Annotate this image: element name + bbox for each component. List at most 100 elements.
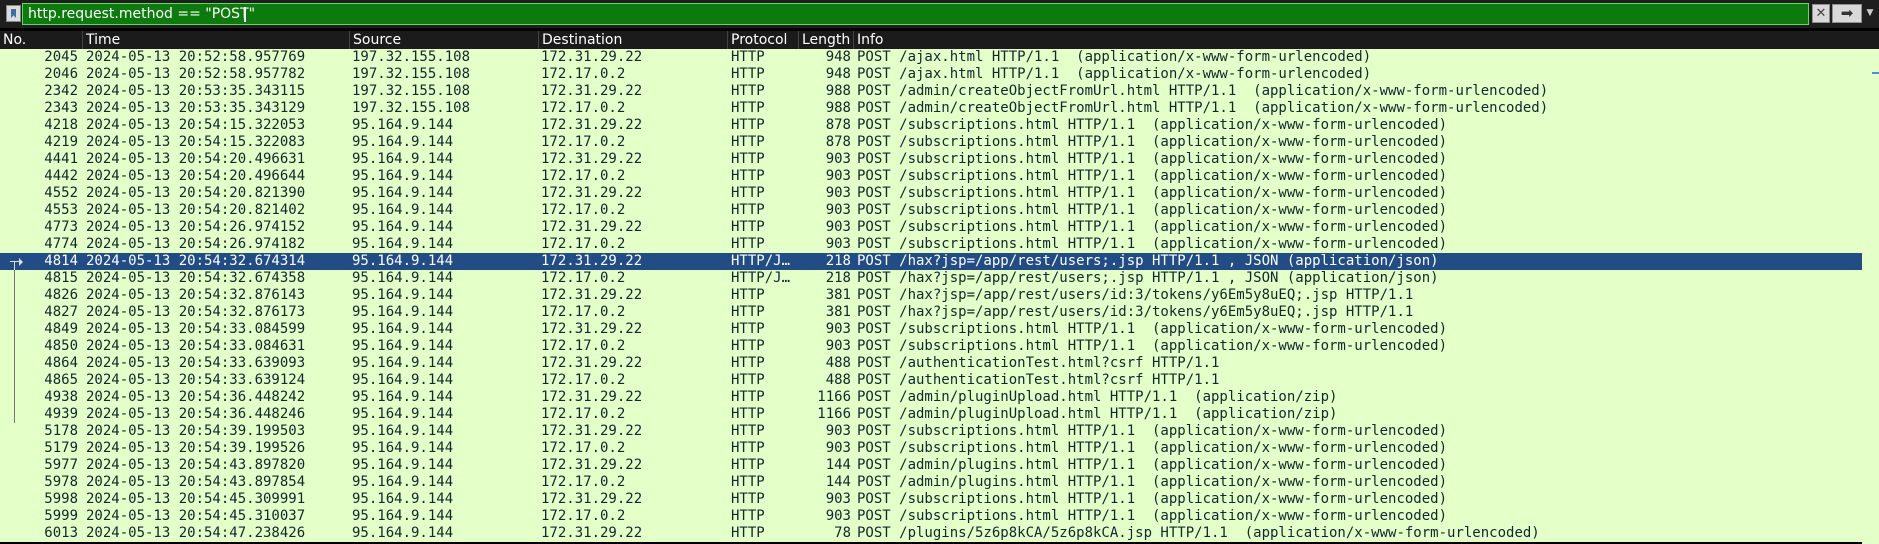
packet-destination: 172.31.29.22 [541, 185, 643, 201]
clear-filter-icon[interactable]: ✕ [1812, 4, 1830, 23]
packet-info: POST /hax?jsp=/app/rest/users;.jsp HTTP/… [857, 270, 1439, 286]
packet-protocol: HTTP [731, 66, 765, 82]
packet-row[interactable]: 4553 2024-05-13 20:54:20.821402 95.164.9.1… [0, 202, 1879, 219]
packet-row[interactable]: 4441 2024-05-13 20:54:20.496631 95.164.9.1… [0, 151, 1879, 168]
text-caret [244, 7, 246, 22]
packet-source: 197.32.155.108 [352, 100, 471, 116]
packet-time: 2024-05-13 20:54:20.496644 [86, 168, 306, 184]
column-header-source[interactable]: Source [350, 31, 539, 49]
packet-protocol: HTTP [731, 236, 765, 252]
packet-info: POST /subscriptions.html HTTP/1.1 (appli… [857, 236, 1448, 252]
packet-source: 95.164.9.144 [352, 321, 454, 337]
packet-row[interactable]: 5178 2024-05-13 20:54:39.199503 95.164.9.1… [0, 423, 1879, 440]
packet-length: 948 [825, 49, 851, 65]
packet-source: 95.164.9.144 [352, 508, 454, 524]
packet-row[interactable]: 2342 2024-05-13 20:53:35.343115 197.32.155… [0, 83, 1879, 100]
packet-source: 95.164.9.144 [352, 474, 454, 490]
packet-row[interactable]: 6013 2024-05-13 20:54:47.238426 95.164.9.1… [0, 525, 1879, 542]
packet-protocol: HTTP [731, 406, 765, 422]
packet-row[interactable]: 4850 2024-05-13 20:54:33.084631 95.164.9.1… [0, 338, 1879, 355]
packet-source: 95.164.9.144 [352, 423, 454, 439]
packet-destination: 172.31.29.22 [541, 253, 643, 269]
packet-row[interactable]: 5998 2024-05-13 20:54:45.309991 95.164.9.1… [0, 491, 1879, 508]
packet-info: POST /subscriptions.html HTTP/1.1 (appli… [857, 423, 1448, 439]
packet-protocol: HTTP [731, 491, 765, 507]
packet-number: 5998 [44, 491, 78, 507]
packet-row-selected[interactable]: 4814 2024-05-13 20:54:32.674314 95.164.9.1… [0, 253, 1879, 270]
column-header-destination[interactable]: Destination [539, 31, 728, 49]
packet-number: 4553 [44, 202, 78, 218]
packet-row[interactable]: 2046 2024-05-13 20:52:58.957782 197.32.155… [0, 66, 1879, 83]
display-filter-text[interactable]: http.request.method == "POST" [28, 6, 255, 22]
apply-filter-icon[interactable]: ➡ [1832, 4, 1862, 23]
column-header-time[interactable]: Time [83, 31, 350, 49]
packet-number: 4441 [44, 151, 78, 167]
packet-info: POST /admin/pluginUpload.html HTTP/1.1 (… [857, 389, 1338, 405]
packet-protocol: HTTP [731, 168, 765, 184]
packet-row[interactable]: 4218 2024-05-13 20:54:15.322053 95.164.9.1… [0, 117, 1879, 134]
packet-protocol: HTTP [731, 440, 765, 456]
packet-source: 95.164.9.144 [352, 389, 454, 405]
vertical-scrollbar[interactable] [1862, 49, 1879, 544]
packet-source: 95.164.9.144 [352, 117, 454, 133]
packet-time: 2024-05-13 20:54:26.974182 [86, 236, 306, 252]
packet-row[interactable]: 5978 2024-05-13 20:54:43.897854 95.164.9.1… [0, 474, 1879, 491]
packet-row[interactable]: 4442 2024-05-13 20:54:20.496644 95.164.9.1… [0, 168, 1879, 185]
packet-source: 95.164.9.144 [352, 525, 454, 541]
packet-info: POST /subscriptions.html HTTP/1.1 (appli… [857, 185, 1448, 201]
packet-time: 2024-05-13 20:54:33.084631 [86, 338, 306, 354]
packet-destination: 172.31.29.22 [541, 287, 643, 303]
packet-row[interactable]: 2045 2024-05-13 20:52:58.957769 197.32.155… [0, 49, 1879, 66]
packet-row[interactable]: 2343 2024-05-13 20:53:35.343129 197.32.155… [0, 100, 1879, 117]
packet-time: 2024-05-13 20:52:58.957782 [86, 66, 306, 82]
packet-source: 95.164.9.144 [352, 253, 454, 269]
column-header-length[interactable]: Length [799, 31, 854, 49]
bookmark-icon[interactable] [6, 5, 21, 22]
packet-number: 4774 [44, 236, 78, 252]
packet-info: POST /admin/pluginUpload.html HTTP/1.1 (… [857, 406, 1338, 422]
packet-info: POST /admin/createObjectFromUrl.html HTT… [857, 83, 1549, 99]
packet-row[interactable]: 4849 2024-05-13 20:54:33.084599 95.164.9.1… [0, 321, 1879, 338]
packet-source: 95.164.9.144 [352, 338, 454, 354]
packet-protocol: HTTP [731, 304, 765, 320]
related-packet-marker-icon [4, 389, 22, 406]
packet-row[interactable]: 5999 2024-05-13 20:54:45.310037 95.164.9.1… [0, 508, 1879, 525]
column-header-info[interactable]: Info [854, 31, 1879, 49]
packet-length: 218 [825, 270, 851, 286]
packet-info: POST /hax?jsp=/app/rest/users;.jsp HTTP/… [857, 253, 1439, 269]
packet-number: 2343 [44, 100, 78, 116]
column-header-protocol[interactable]: Protocol [728, 31, 799, 49]
packet-length: 903 [825, 423, 851, 439]
packet-source: 95.164.9.144 [352, 219, 454, 235]
packet-length: 988 [825, 100, 851, 116]
packet-row[interactable]: 4552 2024-05-13 20:54:20.821390 95.164.9.1… [0, 185, 1879, 202]
packet-row[interactable]: 4815 2024-05-13 20:54:32.674358 95.164.9.1… [0, 270, 1879, 287]
packet-time: 2024-05-13 20:54:45.310037 [86, 508, 306, 524]
packet-destination: 172.31.29.22 [541, 49, 643, 65]
packet-time: 2024-05-13 20:54:39.199503 [86, 423, 306, 439]
packet-row[interactable]: 4938 2024-05-13 20:54:36.448242 95.164.9.1… [0, 389, 1879, 406]
packet-length: 903 [825, 321, 851, 337]
packet-number: 4219 [44, 134, 78, 150]
packet-length: 903 [825, 491, 851, 507]
packet-time: 2024-05-13 20:54:45.309991 [86, 491, 306, 507]
scrollbar-position-marker [1872, 72, 1879, 74]
packet-row[interactable]: 4774 2024-05-13 20:54:26.974182 95.164.9.1… [0, 236, 1879, 253]
packet-row[interactable]: 4864 2024-05-13 20:54:33.639093 95.164.9.1… [0, 355, 1879, 372]
packet-length: 144 [825, 457, 851, 473]
packet-row[interactable]: 4826 2024-05-13 20:54:32.876143 95.164.9.1… [0, 287, 1879, 304]
packet-destination: 172.31.29.22 [541, 457, 643, 473]
packet-row[interactable]: 4827 2024-05-13 20:54:32.876173 95.164.9.1… [0, 304, 1879, 321]
column-header-no[interactable]: No. [0, 31, 83, 49]
display-filter-input[interactable]: http.request.method == "POST" [22, 3, 1809, 25]
packet-row[interactable]: 4939 2024-05-13 20:54:36.448246 95.164.9.1… [0, 406, 1879, 423]
packet-length: 381 [825, 304, 851, 320]
packet-row[interactable]: 4219 2024-05-13 20:54:15.322083 95.164.9.1… [0, 134, 1879, 151]
packet-row[interactable]: 4865 2024-05-13 20:54:33.639124 95.164.9.1… [0, 372, 1879, 389]
filter-history-dropdown-icon[interactable]: ▼ [1863, 4, 1877, 23]
packet-row[interactable]: 5179 2024-05-13 20:54:39.199526 95.164.9.1… [0, 440, 1879, 457]
packet-row[interactable]: 4773 2024-05-13 20:54:26.974152 95.164.9.1… [0, 219, 1879, 236]
packet-row[interactable]: 5977 2024-05-13 20:54:43.897820 95.164.9.1… [0, 457, 1879, 474]
packet-destination: 172.31.29.22 [541, 321, 643, 337]
packet-length: 903 [825, 219, 851, 235]
